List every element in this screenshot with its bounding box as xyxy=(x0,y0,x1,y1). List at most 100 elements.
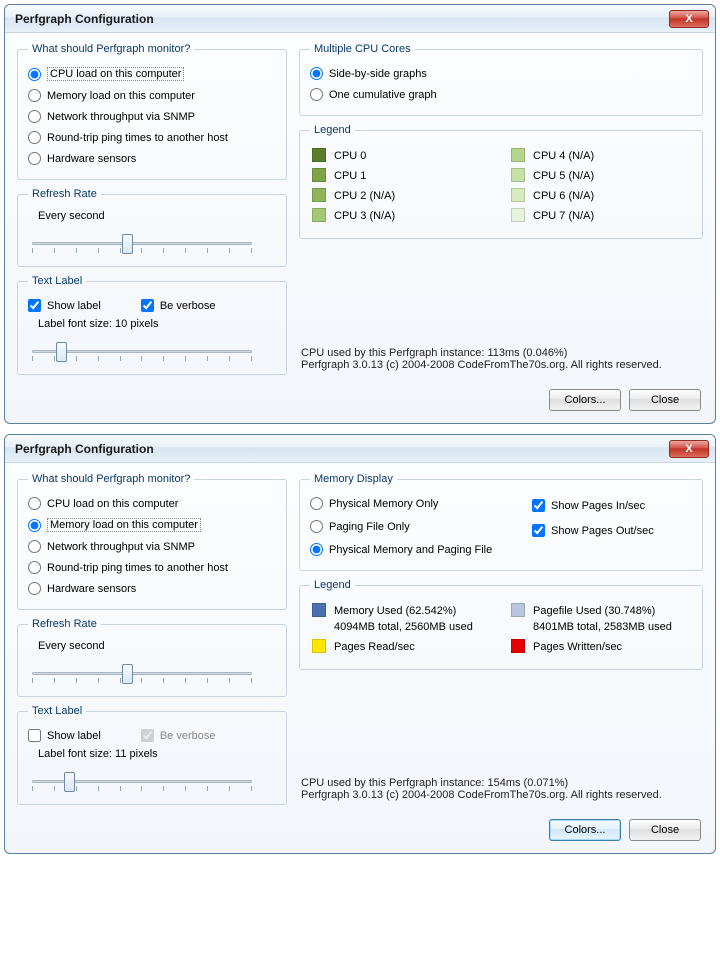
cumulative-input[interactable] xyxy=(310,88,323,101)
cpu-legend-label: CPU 3 (N/A) xyxy=(334,208,395,224)
monitor-cpu-radio[interactable]: CPU load on this computer xyxy=(28,63,276,85)
pages-written-swatch xyxy=(511,639,525,653)
both-input[interactable] xyxy=(310,543,323,556)
monitor-hw-input[interactable] xyxy=(28,582,41,595)
monitor-legend: What should Perfgraph monitor? xyxy=(28,43,194,55)
cpu-legend-item: CPU 2 (N/A) xyxy=(312,188,491,204)
verbose-check[interactable]: Be verbose xyxy=(141,725,216,746)
fontsize-slider[interactable] xyxy=(32,340,252,362)
pagesout-input[interactable] xyxy=(532,524,545,537)
monitor-memory-radio[interactable]: Memory load on this computer xyxy=(28,514,276,536)
pageonly-radio[interactable]: Paging File Only xyxy=(310,516,514,537)
monitor-network-label: Network throughput via SNMP xyxy=(47,541,195,553)
verbose-input[interactable] xyxy=(141,729,154,742)
slider-thumb[interactable] xyxy=(122,664,133,684)
config-window-memory: Perfgraph Configuration X What should Pe… xyxy=(4,434,716,854)
fontsize-slider[interactable] xyxy=(32,770,252,792)
colors-button[interactable]: Colors... xyxy=(549,389,621,411)
show-label-check[interactable]: Show label xyxy=(28,295,101,316)
monitor-network-radio[interactable]: Network throughput via SNMP xyxy=(28,106,276,127)
verbose-input[interactable] xyxy=(141,299,154,312)
monitor-memory-label: Memory load on this computer xyxy=(47,90,195,102)
mem-legend-title: Legend xyxy=(310,579,355,591)
cumulative-radio[interactable]: One cumulative graph xyxy=(310,84,692,105)
close-button[interactable]: Close xyxy=(629,819,701,841)
pages-read-swatch xyxy=(312,639,326,653)
monitor-network-input[interactable] xyxy=(28,110,41,123)
both-radio[interactable]: Physical Memory and Paging File xyxy=(310,539,514,560)
slider-thumb[interactable] xyxy=(64,772,75,792)
fontsize-label: Label font size: 11 pixels xyxy=(28,746,276,764)
pageonly-label: Paging File Only xyxy=(329,521,410,533)
monitor-ping-radio[interactable]: Round-trip ping times to another host xyxy=(28,557,276,578)
pageonly-input[interactable] xyxy=(310,520,323,533)
slider-thumb[interactable] xyxy=(56,342,67,362)
pagesin-input[interactable] xyxy=(532,499,545,512)
monitor-network-radio[interactable]: Network throughput via SNMP xyxy=(28,536,276,557)
refresh-legend: Refresh Rate xyxy=(28,618,101,630)
monitor-ping-input[interactable] xyxy=(28,561,41,574)
sidebyside-label: Side-by-side graphs xyxy=(329,68,427,80)
monitor-ping-input[interactable] xyxy=(28,131,41,144)
monitor-cpu-input[interactable] xyxy=(28,68,41,81)
monitor-hw-radio[interactable]: Hardware sensors xyxy=(28,578,276,599)
cpu-legend-item: CPU 7 (N/A) xyxy=(511,208,690,224)
monitor-ping-label: Round-trip ping times to another host xyxy=(47,132,228,144)
monitor-memory-label: Memory load on this computer xyxy=(47,518,201,532)
textlabel-legend: Text Label xyxy=(28,705,86,717)
cpu-swatch xyxy=(511,188,525,202)
monitor-hw-input[interactable] xyxy=(28,152,41,165)
titlebar[interactable]: Perfgraph Configuration X xyxy=(5,5,715,33)
textlabel-group: Text Label Show label Be verbose Label f… xyxy=(17,705,287,805)
close-window-button[interactable]: X xyxy=(669,10,709,28)
monitor-cpu-radio[interactable]: CPU load on this computer xyxy=(28,493,276,514)
cpu-legend-label: CPU 0 xyxy=(334,148,366,164)
physonly-label: Physical Memory Only xyxy=(329,498,438,510)
refresh-legend: Refresh Rate xyxy=(28,188,101,200)
cpu-legend-label: CPU 7 (N/A) xyxy=(533,208,594,224)
titlebar[interactable]: Perfgraph Configuration X xyxy=(5,435,715,463)
cpu-legend-title: Legend xyxy=(310,124,355,136)
monitor-legend: What should Perfgraph monitor? xyxy=(28,473,194,485)
show-label-input[interactable] xyxy=(28,729,41,742)
cpu-swatch xyxy=(511,148,525,162)
refresh-slider[interactable] xyxy=(32,662,252,684)
pages-written-label: Pages Written/sec xyxy=(533,639,622,655)
refresh-group: Refresh Rate Every second xyxy=(17,618,287,697)
pagesin-label: Show Pages In/sec xyxy=(551,500,645,512)
monitor-hw-radio[interactable]: Hardware sensors xyxy=(28,148,276,169)
colors-button[interactable]: Colors... xyxy=(549,819,621,841)
cpu-legend-item: CPU 3 (N/A) xyxy=(312,208,491,224)
pagefile-sub: 8401MB total, 2583MB used xyxy=(533,621,672,633)
verbose-text: Be verbose xyxy=(160,300,216,312)
verbose-text: Be verbose xyxy=(160,730,216,742)
refresh-slider[interactable] xyxy=(32,232,252,254)
show-label-check[interactable]: Show label xyxy=(28,725,101,746)
cpu-legend-item: CPU 0 xyxy=(312,148,491,164)
verbose-check[interactable]: Be verbose xyxy=(141,295,216,316)
refresh-label: Every second xyxy=(28,638,276,656)
cpu-swatch xyxy=(312,188,326,202)
physonly-radio[interactable]: Physical Memory Only xyxy=(310,493,514,514)
monitor-cpu-label: CPU load on this computer xyxy=(47,67,184,81)
monitor-ping-radio[interactable]: Round-trip ping times to another host xyxy=(28,127,276,148)
sidebyside-input[interactable] xyxy=(310,67,323,80)
monitor-memory-radio[interactable]: Memory load on this computer xyxy=(28,85,276,106)
status-cpu-usage: CPU used by this Perfgraph instance: 154… xyxy=(301,777,701,789)
pagesout-check[interactable]: Show Pages Out/sec xyxy=(532,520,692,541)
close-window-button[interactable]: X xyxy=(669,440,709,458)
monitor-memory-input[interactable] xyxy=(28,89,41,102)
slider-thumb[interactable] xyxy=(122,234,133,254)
status-version: Perfgraph 3.0.13 (c) 2004-2008 CodeFromT… xyxy=(301,789,701,801)
refresh-group: Refresh Rate Every second xyxy=(17,188,287,267)
monitor-cpu-input[interactable] xyxy=(28,497,41,510)
monitor-memory-input[interactable] xyxy=(28,519,41,532)
physonly-input[interactable] xyxy=(310,497,323,510)
monitor-network-input[interactable] xyxy=(28,540,41,553)
sidebyside-radio[interactable]: Side-by-side graphs xyxy=(310,63,692,84)
pagesin-check[interactable]: Show Pages In/sec xyxy=(532,495,692,516)
cpu-legend-label: CPU 6 (N/A) xyxy=(533,188,594,204)
show-label-input[interactable] xyxy=(28,299,41,312)
close-button[interactable]: Close xyxy=(629,389,701,411)
pagesout-label: Show Pages Out/sec xyxy=(551,525,654,537)
